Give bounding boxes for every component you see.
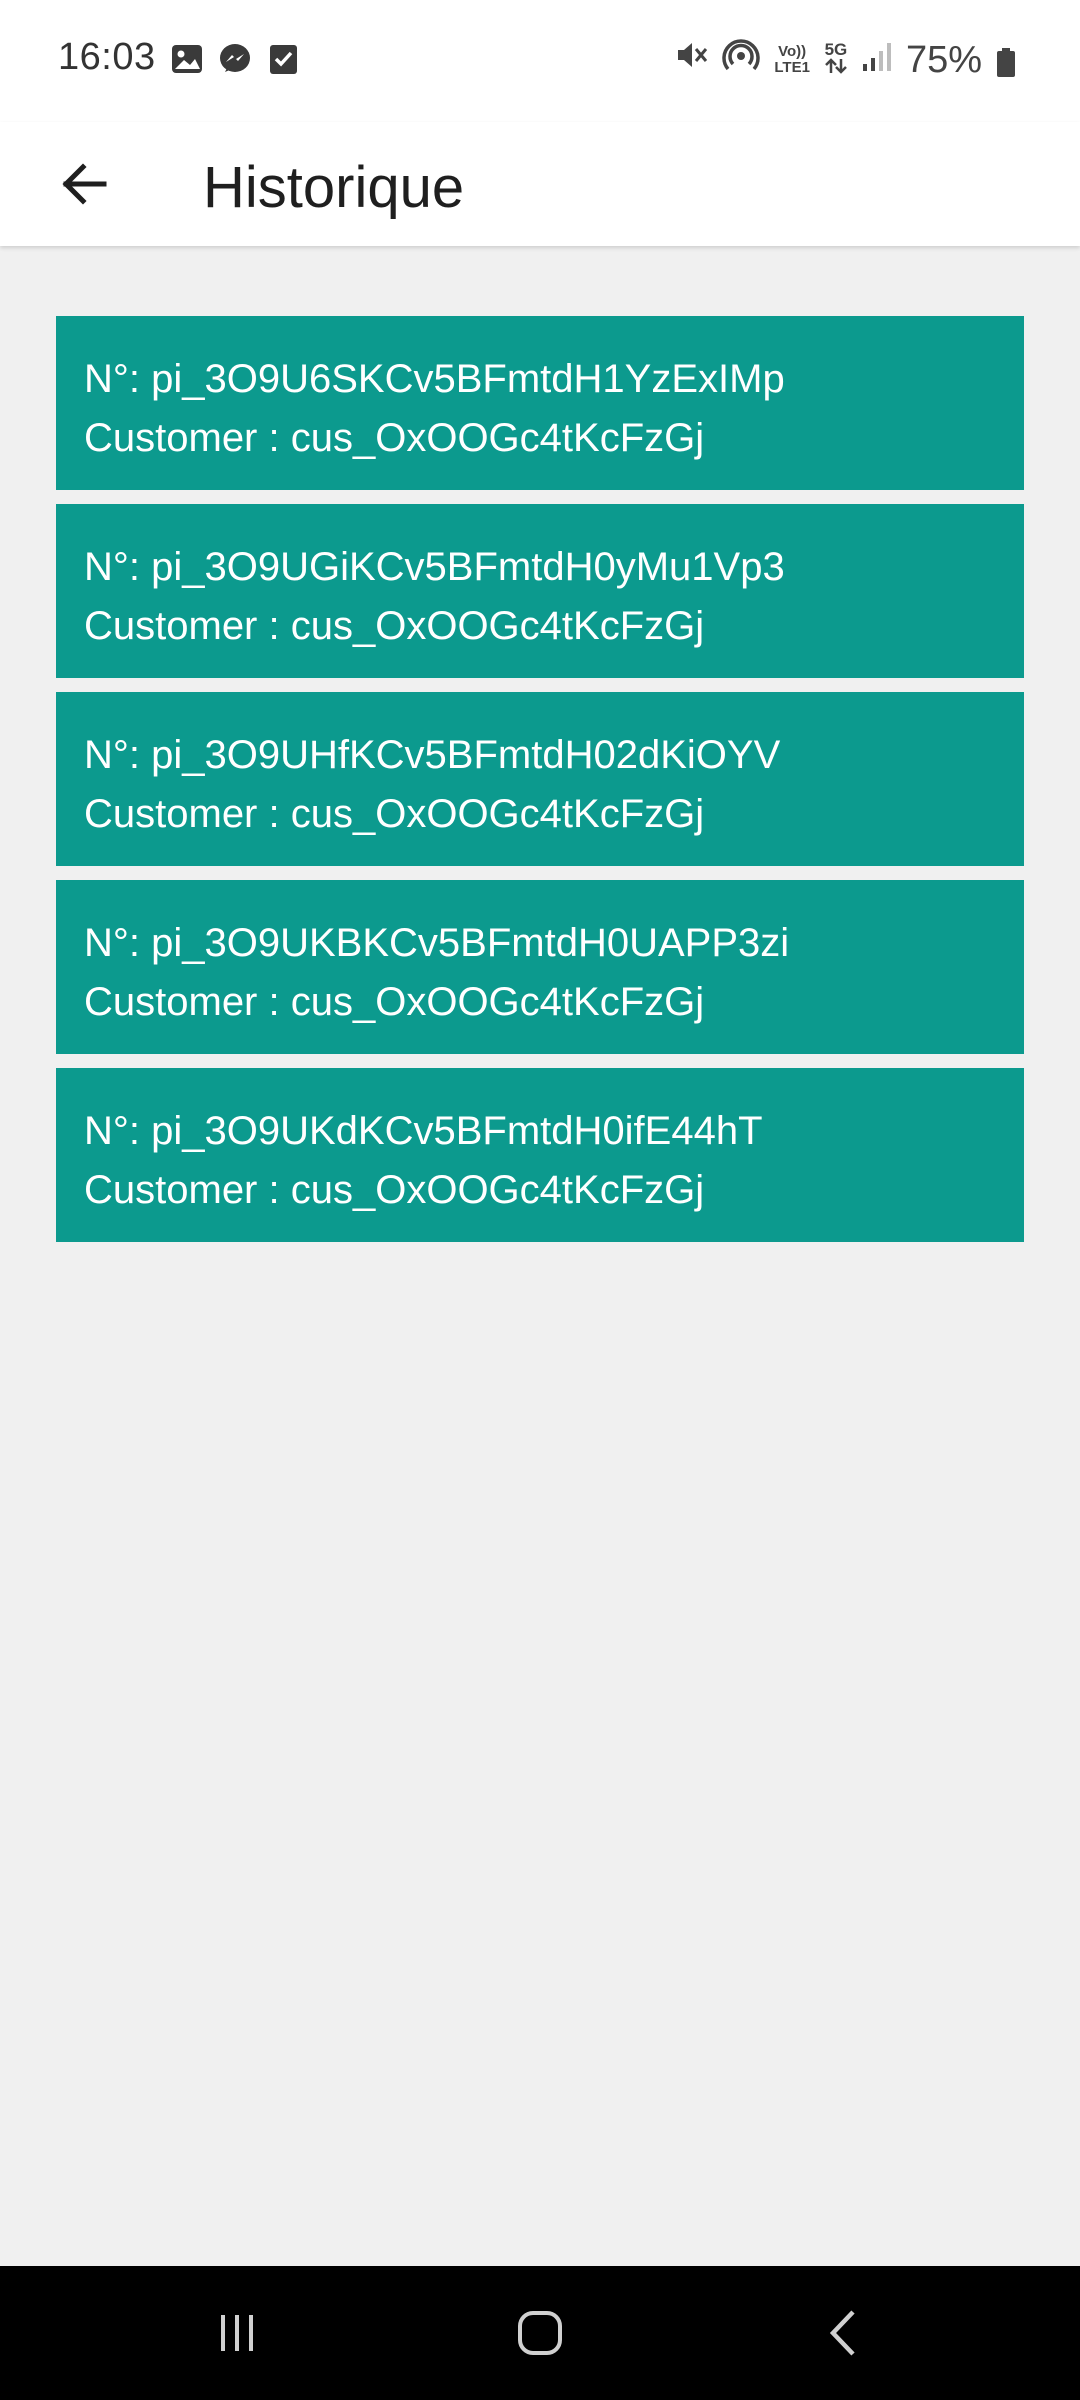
battery-percent: 75%: [905, 38, 982, 81]
history-list: N°: pi_3O9U6SKCv5BFmtdH1YzExIMp Customer…: [56, 316, 1024, 1256]
payment-number: N°: pi_3O9UKBKCv5BFmtdH0UAPP3zi: [84, 921, 790, 965]
signal-icon: [862, 39, 892, 82]
payment-number: N°: pi_3O9UKdKCv5BFmtdH0ifE44hT: [84, 1109, 763, 1153]
volte-indicator: Vo)) LTE1: [774, 44, 810, 76]
status-bar: 16:03 Vo)) LTE1 5G 75%: [0, 0, 1080, 122]
volte-label: Vo)): [778, 43, 807, 60]
customer-id: Customer : cus_OxOOGc4tKcFzGj: [84, 792, 705, 836]
gallery-icon: [170, 42, 204, 76]
customer-id: Customer : cus_OxOOGc4tKcFzGj: [84, 604, 705, 648]
battery-icon: [996, 45, 1016, 77]
mute-icon: [674, 38, 708, 82]
messenger-icon: [218, 42, 252, 76]
back-button[interactable]: [44, 144, 124, 224]
payment-number: N°: pi_3O9UHfKCv5BFmtdH02dKiOYV: [84, 733, 781, 777]
screen: 16:03 Vo)) LTE1 5G 75% Historique N°: pi…: [0, 0, 1080, 2400]
system-status-icons: Vo)) LTE1 5G 75%: [674, 38, 1016, 82]
payment-number: N°: pi_3O9UGiKCv5BFmtdH0yMu1Vp3: [84, 545, 785, 589]
system-nav-bar: [0, 2266, 1080, 2400]
hotspot-icon: [722, 38, 761, 82]
home-icon: [518, 2311, 562, 2355]
notification-icons: [170, 42, 300, 76]
history-item[interactable]: N°: pi_3O9U6SKCv5BFmtdH1YzExIMp Customer…: [56, 316, 1024, 490]
page-title: Historique: [203, 155, 465, 220]
arrow-back-icon: [62, 163, 107, 205]
payment-number: N°: pi_3O9U6SKCv5BFmtdH1YzExIMp: [84, 357, 785, 401]
nav-back-button[interactable]: [763, 2266, 923, 2400]
history-item[interactable]: N°: pi_3O9UKBKCv5BFmtdH0UAPP3zi Customer…: [56, 880, 1024, 1054]
network-label: 5G: [824, 40, 848, 59]
status-time: 16:03: [58, 36, 156, 78]
customer-id: Customer : cus_OxOOGc4tKcFzGj: [84, 980, 705, 1024]
lte-label: LTE1: [774, 59, 810, 76]
recents-icon: [221, 2315, 253, 2351]
recents-button[interactable]: [157, 2266, 317, 2400]
customer-id: Customer : cus_OxOOGc4tKcFzGj: [84, 1168, 705, 1212]
history-item[interactable]: N°: pi_3O9UKdKCv5BFmtdH0ifE44hT Customer…: [56, 1068, 1024, 1242]
customer-id: Customer : cus_OxOOGc4tKcFzGj: [84, 416, 705, 460]
network-indicator: 5G: [824, 40, 848, 78]
nav-back-icon: [829, 2310, 855, 2356]
history-item[interactable]: N°: pi_3O9UHfKCv5BFmtdH02dKiOYV Customer…: [56, 692, 1024, 866]
home-button[interactable]: [460, 2266, 620, 2400]
app-bar: Historique: [0, 122, 1080, 246]
data-arrows-icon: [825, 58, 847, 74]
checkbox-icon: [266, 42, 300, 76]
history-item[interactable]: N°: pi_3O9UGiKCv5BFmtdH0yMu1Vp3 Customer…: [56, 504, 1024, 678]
